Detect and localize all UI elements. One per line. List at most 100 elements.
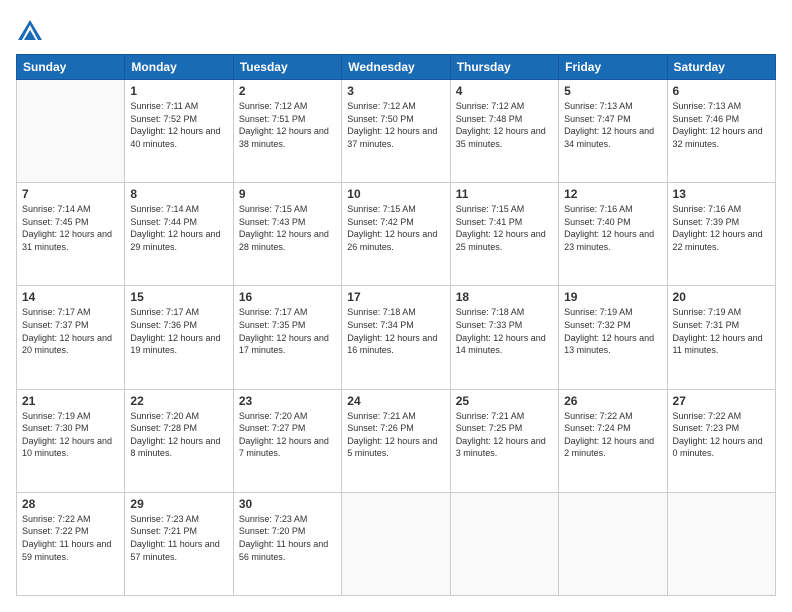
calendar-week-row: 1 Sunrise: 7:11 AMSunset: 7:52 PMDaylight… [17, 80, 776, 183]
calendar-week-row: 14 Sunrise: 7:17 AMSunset: 7:37 PMDayligh… [17, 286, 776, 389]
calendar-table: SundayMondayTuesdayWednesdayThursdayFrid… [16, 54, 776, 596]
calendar-day-cell [667, 492, 775, 595]
day-number: 4 [456, 84, 553, 98]
calendar-day-cell: 20 Sunrise: 7:19 AMSunset: 7:31 PMDayligh… [667, 286, 775, 389]
day-info: Sunrise: 7:21 AMSunset: 7:26 PMDaylight:… [347, 410, 444, 460]
day-info: Sunrise: 7:14 AMSunset: 7:45 PMDaylight:… [22, 203, 119, 253]
calendar-week-row: 7 Sunrise: 7:14 AMSunset: 7:45 PMDaylight… [17, 183, 776, 286]
day-info: Sunrise: 7:16 AMSunset: 7:40 PMDaylight:… [564, 203, 661, 253]
calendar-day-cell [17, 80, 125, 183]
calendar-day-cell: 29 Sunrise: 7:23 AMSunset: 7:21 PMDayligh… [125, 492, 233, 595]
calendar-day-cell [450, 492, 558, 595]
day-info: Sunrise: 7:21 AMSunset: 7:25 PMDaylight:… [456, 410, 553, 460]
calendar-day-cell [559, 492, 667, 595]
day-number: 20 [673, 290, 770, 304]
day-number: 27 [673, 394, 770, 408]
day-info: Sunrise: 7:13 AMSunset: 7:46 PMDaylight:… [673, 100, 770, 150]
day-info: Sunrise: 7:18 AMSunset: 7:33 PMDaylight:… [456, 306, 553, 356]
day-info: Sunrise: 7:16 AMSunset: 7:39 PMDaylight:… [673, 203, 770, 253]
day-info: Sunrise: 7:22 AMSunset: 7:22 PMDaylight:… [22, 513, 119, 563]
calendar-day-cell: 4 Sunrise: 7:12 AMSunset: 7:48 PMDaylight… [450, 80, 558, 183]
day-number: 26 [564, 394, 661, 408]
logo-icon [16, 16, 44, 44]
logo [16, 16, 48, 44]
calendar-day-header: Wednesday [342, 55, 450, 80]
day-info: Sunrise: 7:15 AMSunset: 7:42 PMDaylight:… [347, 203, 444, 253]
day-info: Sunrise: 7:15 AMSunset: 7:43 PMDaylight:… [239, 203, 336, 253]
day-number: 28 [22, 497, 119, 511]
calendar-day-cell: 18 Sunrise: 7:18 AMSunset: 7:33 PMDayligh… [450, 286, 558, 389]
day-number: 15 [130, 290, 227, 304]
day-number: 14 [22, 290, 119, 304]
day-info: Sunrise: 7:11 AMSunset: 7:52 PMDaylight:… [130, 100, 227, 150]
calendar-day-cell: 26 Sunrise: 7:22 AMSunset: 7:24 PMDayligh… [559, 389, 667, 492]
calendar-day-cell: 19 Sunrise: 7:19 AMSunset: 7:32 PMDayligh… [559, 286, 667, 389]
calendar-day-cell: 16 Sunrise: 7:17 AMSunset: 7:35 PMDayligh… [233, 286, 341, 389]
day-number: 1 [130, 84, 227, 98]
day-info: Sunrise: 7:18 AMSunset: 7:34 PMDaylight:… [347, 306, 444, 356]
calendar-day-cell: 6 Sunrise: 7:13 AMSunset: 7:46 PMDaylight… [667, 80, 775, 183]
day-info: Sunrise: 7:12 AMSunset: 7:48 PMDaylight:… [456, 100, 553, 150]
day-number: 17 [347, 290, 444, 304]
day-info: Sunrise: 7:17 AMSunset: 7:37 PMDaylight:… [22, 306, 119, 356]
day-info: Sunrise: 7:17 AMSunset: 7:35 PMDaylight:… [239, 306, 336, 356]
day-info: Sunrise: 7:17 AMSunset: 7:36 PMDaylight:… [130, 306, 227, 356]
calendar-day-header: Monday [125, 55, 233, 80]
day-number: 2 [239, 84, 336, 98]
day-info: Sunrise: 7:22 AMSunset: 7:23 PMDaylight:… [673, 410, 770, 460]
calendar-day-cell: 14 Sunrise: 7:17 AMSunset: 7:37 PMDayligh… [17, 286, 125, 389]
calendar-day-cell [342, 492, 450, 595]
calendar-day-cell: 21 Sunrise: 7:19 AMSunset: 7:30 PMDayligh… [17, 389, 125, 492]
calendar-day-cell: 23 Sunrise: 7:20 AMSunset: 7:27 PMDayligh… [233, 389, 341, 492]
day-number: 30 [239, 497, 336, 511]
calendar-day-cell: 3Sunrise: 7:12 AMSunset: 7:50 PMDaylight… [342, 80, 450, 183]
day-number: 10 [347, 187, 444, 201]
day-info: Sunrise: 7:19 AMSunset: 7:32 PMDaylight:… [564, 306, 661, 356]
day-number: 11 [456, 187, 553, 201]
day-info: Sunrise: 7:15 AMSunset: 7:41 PMDaylight:… [456, 203, 553, 253]
calendar-day-cell: 7 Sunrise: 7:14 AMSunset: 7:45 PMDaylight… [17, 183, 125, 286]
calendar-page: SundayMondayTuesdayWednesdayThursdayFrid… [0, 0, 792, 612]
day-number: 7 [22, 187, 119, 201]
day-number: 18 [456, 290, 553, 304]
day-number: 22 [130, 394, 227, 408]
day-info: Sunrise: 7:20 AMSunset: 7:28 PMDaylight:… [130, 410, 227, 460]
day-number: 8 [130, 187, 227, 201]
day-number: 9 [239, 187, 336, 201]
day-info: Sunrise: 7:22 AMSunset: 7:24 PMDaylight:… [564, 410, 661, 460]
calendar-day-cell: 2 Sunrise: 7:12 AMSunset: 7:51 PMDaylight… [233, 80, 341, 183]
calendar-day-cell: 10 Sunrise: 7:15 AMSunset: 7:42 PMDayligh… [342, 183, 450, 286]
calendar-day-cell: 15 Sunrise: 7:17 AMSunset: 7:36 PMDayligh… [125, 286, 233, 389]
day-number: 29 [130, 497, 227, 511]
day-number: 24 [347, 394, 444, 408]
day-info: Sunrise: 7:23 AMSunset: 7:21 PMDaylight:… [130, 513, 227, 563]
day-info: Sunrise: 7:13 AMSunset: 7:47 PMDaylight:… [564, 100, 661, 150]
day-number: 25 [456, 394, 553, 408]
day-info: Sunrise: 7:19 AMSunset: 7:31 PMDaylight:… [673, 306, 770, 356]
day-number: 16 [239, 290, 336, 304]
calendar-day-cell: 1 Sunrise: 7:11 AMSunset: 7:52 PMDaylight… [125, 80, 233, 183]
day-number: 5 [564, 84, 661, 98]
calendar-day-header: Friday [559, 55, 667, 80]
calendar-day-header: Thursday [450, 55, 558, 80]
day-number: 3 [347, 84, 444, 98]
day-info: Sunrise: 7:20 AMSunset: 7:27 PMDaylight:… [239, 410, 336, 460]
day-number: 23 [239, 394, 336, 408]
calendar-day-cell: 27 Sunrise: 7:22 AMSunset: 7:23 PMDayligh… [667, 389, 775, 492]
calendar-day-cell: 12Sunrise: 7:16 AMSunset: 7:40 PMDayligh… [559, 183, 667, 286]
day-info: Sunrise: 7:19 AMSunset: 7:30 PMDaylight:… [22, 410, 119, 460]
day-number: 13 [673, 187, 770, 201]
day-info: Sunrise: 7:12 AMSunset: 7:51 PMDaylight:… [239, 100, 336, 150]
day-number: 21 [22, 394, 119, 408]
calendar-week-row: 28 Sunrise: 7:22 AMSunset: 7:22 PMDayligh… [17, 492, 776, 595]
calendar-day-cell: 8 Sunrise: 7:14 AMSunset: 7:44 PMDaylight… [125, 183, 233, 286]
calendar-day-cell: 17 Sunrise: 7:18 AMSunset: 7:34 PMDayligh… [342, 286, 450, 389]
day-info: Sunrise: 7:14 AMSunset: 7:44 PMDaylight:… [130, 203, 227, 253]
calendar-day-header: Sunday [17, 55, 125, 80]
day-number: 6 [673, 84, 770, 98]
calendar-day-header: Saturday [667, 55, 775, 80]
day-number: 19 [564, 290, 661, 304]
calendar-day-header: Tuesday [233, 55, 341, 80]
header [16, 16, 776, 44]
calendar-header-row: SundayMondayTuesdayWednesdayThursdayFrid… [17, 55, 776, 80]
